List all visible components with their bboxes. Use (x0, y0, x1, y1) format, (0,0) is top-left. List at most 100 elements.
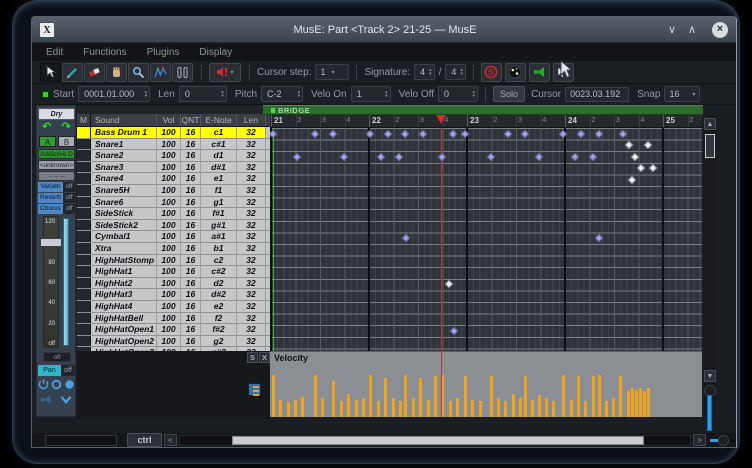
fx-value[interactable]: off (63, 182, 75, 192)
enote-cell[interactable]: e1 (201, 173, 237, 184)
velocity-bar[interactable] (355, 400, 358, 417)
drum-row[interactable]: HighHat310016d#232 (77, 289, 270, 301)
vol-cell[interactable]: 100 (157, 173, 181, 184)
sound-cell[interactable]: Bass Drum 1 (91, 127, 157, 138)
note[interactable] (450, 327, 458, 335)
note[interactable] (449, 129, 457, 137)
velocity-bar[interactable] (399, 401, 402, 417)
volume-fader-thumb[interactable] (40, 238, 62, 247)
drum-row[interactable]: SideStick10016f#132 (77, 208, 270, 220)
note[interactable] (402, 234, 410, 242)
drum-row[interactable]: Xtra10016b132 (77, 243, 270, 255)
sound-cell[interactable]: Snare3 (91, 162, 157, 173)
vol-cell[interactable]: 100 (157, 197, 181, 208)
playhead-marker-icon[interactable] (436, 115, 446, 124)
drum-row[interactable]: HighHat110016c#232 (77, 266, 270, 278)
vol-cell[interactable]: 100 (157, 313, 181, 324)
enote-cell[interactable]: g1 (201, 197, 237, 208)
vol-cell[interactable]: 100 (157, 278, 181, 289)
note-selected[interactable] (625, 141, 633, 149)
patch-id-box[interactable]: -- -- -- (38, 171, 75, 181)
scroll-up-button[interactable]: ▲ (704, 118, 716, 130)
mute-cell[interactable] (77, 150, 91, 161)
len-cell[interactable]: 32 (237, 336, 266, 347)
len-cell[interactable]: 32 (237, 150, 266, 161)
note[interactable] (395, 153, 403, 161)
len-cell[interactable]: 32 (237, 197, 266, 208)
solo-button[interactable]: Solo (493, 86, 525, 102)
velocity-bar[interactable] (279, 400, 282, 417)
chevron-down-icon[interactable] (59, 394, 73, 405)
note[interactable] (366, 129, 374, 137)
range-tool[interactable] (172, 63, 193, 82)
len-cell[interactable]: 32 (237, 324, 266, 335)
velocity-bar[interactable] (562, 375, 565, 417)
velocity-bar[interactable] (464, 376, 467, 417)
qnt-cell[interactable]: 16 (181, 197, 201, 208)
drum-row[interactable]: Snare610016g132 (77, 197, 270, 209)
enote-cell[interactable]: g#1 (201, 220, 237, 231)
sound-cell[interactable]: HighHatStomp (91, 255, 157, 266)
sound-cell[interactable]: HighHat4 (91, 301, 157, 312)
speaker-alert-button[interactable]: ▾ (209, 63, 241, 82)
velocity-bar[interactable] (584, 401, 587, 417)
mute-cell[interactable] (77, 324, 91, 335)
sound-cell[interactable]: Snare1 (91, 139, 157, 150)
sound-cell[interactable]: Xtra (91, 243, 157, 254)
dot-icon[interactable] (64, 379, 75, 390)
scroll-right-button[interactable]: > (693, 434, 706, 446)
mute-cell[interactable] (77, 301, 91, 312)
vol-cell[interactable]: 100 (157, 324, 181, 335)
qnt-cell[interactable]: 16 (181, 139, 201, 150)
qnt-cell[interactable]: 16 (181, 255, 201, 266)
pencil-tool[interactable] (62, 63, 83, 82)
velocity-bar[interactable] (419, 378, 422, 417)
title-bar[interactable]: X MusE: Part <Track 2> 21-25 — MusE ∨ ∧ … (32, 17, 737, 43)
panic-button[interactable] (505, 63, 526, 82)
pan-tool[interactable] (106, 63, 127, 82)
midi-thru-button[interactable] (529, 63, 550, 82)
vol-cell[interactable]: 100 (157, 162, 181, 173)
note-selected[interactable] (637, 164, 645, 172)
drum-row[interactable]: Cymbal110016a#132 (77, 231, 270, 243)
enote-cell[interactable]: d#2 (201, 289, 237, 300)
vol-cell[interactable]: 100 (157, 266, 181, 277)
velocity-bar[interactable] (490, 376, 493, 417)
velocity-bar[interactable] (377, 401, 380, 417)
mute-cell[interactable] (77, 289, 91, 300)
note[interactable] (329, 129, 337, 137)
menu-item-edit[interactable]: Edit (46, 47, 63, 58)
velocity-bar[interactable] (301, 397, 304, 417)
enote-cell[interactable]: a#1 (201, 231, 237, 242)
mute-cell[interactable] (77, 336, 91, 347)
timeline-ruler[interactable]: 2123422234232342423425234 (270, 115, 702, 128)
mute-cell[interactable] (77, 197, 91, 208)
vertical-scrollbar[interactable]: ▲ ▼ (704, 115, 716, 417)
sound-cell[interactable]: HighHat3 (91, 289, 157, 300)
mute-cell[interactable] (77, 313, 91, 324)
menu-item-functions[interactable]: Functions (83, 47, 126, 58)
note[interactable] (340, 153, 348, 161)
signature-denominator-spinbox[interactable]: 4▴▾ (445, 64, 466, 80)
note[interactable] (619, 129, 627, 137)
vol-cell[interactable]: 100 (157, 336, 181, 347)
sound-cell[interactable]: Cymbal1 (91, 231, 157, 242)
len-cell[interactable]: 32 (237, 127, 266, 138)
enote-cell[interactable]: c1 (201, 127, 237, 138)
fx-value[interactable]: off (63, 193, 75, 203)
mute-cell[interactable] (77, 243, 91, 254)
len-cell[interactable]: 32 (237, 208, 266, 219)
velocity-bar[interactable] (412, 398, 415, 417)
len-cell[interactable]: 32 (237, 255, 266, 266)
note[interactable] (589, 153, 597, 161)
bank-b-button[interactable]: B (58, 136, 75, 147)
volume-fader-bar[interactable] (63, 218, 69, 346)
velocity-bar[interactable] (552, 401, 555, 417)
velocity-bar[interactable] (605, 401, 608, 417)
note[interactable] (504, 129, 512, 137)
velocity-bar[interactable] (524, 376, 527, 417)
step-record-button[interactable]: S (481, 63, 502, 82)
velocity-bar[interactable] (619, 376, 622, 417)
spin-arrows-icon[interactable]: ▴▾ (429, 68, 432, 76)
mute-cell[interactable] (77, 127, 91, 138)
